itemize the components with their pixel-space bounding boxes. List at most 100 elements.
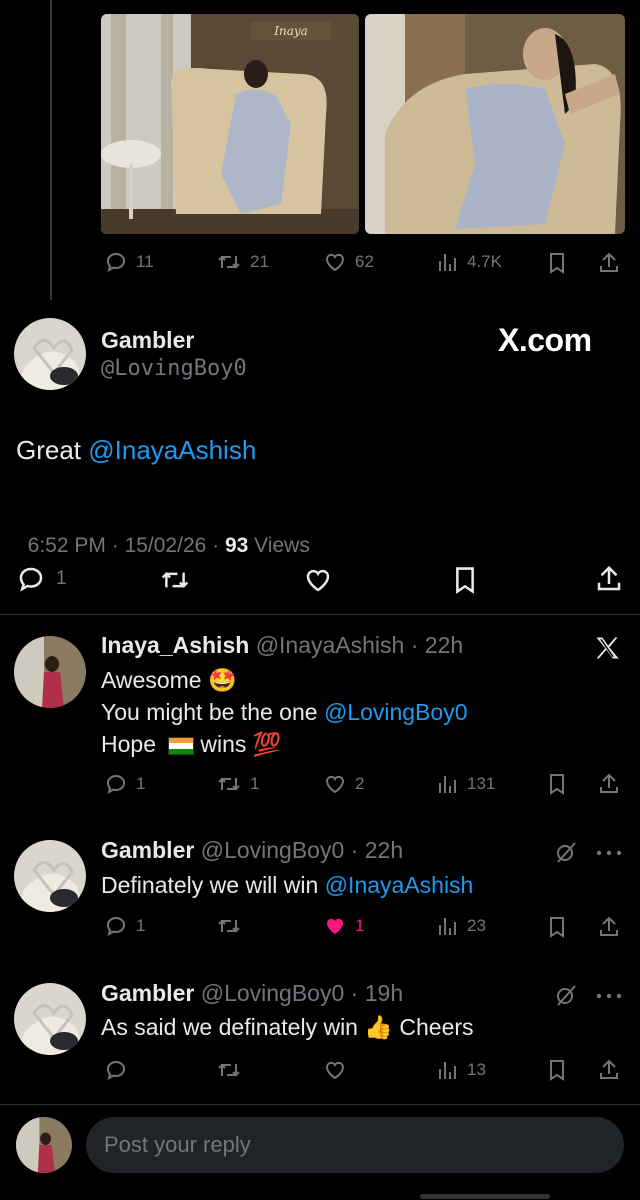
avatar[interactable] <box>14 840 86 912</box>
reply-count: 1 <box>136 916 146 935</box>
bookmark-button[interactable] <box>546 1059 568 1081</box>
reply-icon <box>106 252 126 273</box>
grok-icon[interactable] <box>554 840 578 864</box>
reply-icon <box>106 916 126 937</box>
brand-watermark: X.com <box>498 322 592 358</box>
reply-button[interactable]: 1 <box>16 564 67 594</box>
reply-time[interactable]: 22h <box>425 632 463 658</box>
post-date[interactable]: 15/02/26 <box>125 534 207 557</box>
repost-icon <box>161 572 189 588</box>
like-button[interactable] <box>323 1058 347 1082</box>
reply-text-line: You might be the one @LovingBoy0 <box>101 696 468 728</box>
repost-icon <box>218 919 240 933</box>
reply-text: wins <box>200 731 253 757</box>
views-label: Views <box>248 534 310 557</box>
avatar[interactable] <box>14 983 86 1055</box>
reply-text: Awesome <box>101 667 208 693</box>
reply-time[interactable]: 22h <box>365 837 403 863</box>
like-count: 62 <box>355 252 374 271</box>
thumbs-up-emoji: 👍 <box>364 1014 393 1040</box>
mention-link[interactable]: @InayaAshish <box>88 435 256 465</box>
hundred-points-emoji: 💯 <box>252 731 282 757</box>
share-icon <box>600 773 618 793</box>
bookmark-button[interactable] <box>451 566 479 594</box>
views-button[interactable]: 131 <box>435 772 495 796</box>
separator-dot: · <box>344 980 365 1006</box>
reply-display-name[interactable]: Gambler <box>101 837 194 863</box>
bookmark-button[interactable] <box>546 252 568 274</box>
heart-icon <box>325 253 345 272</box>
like-count: 2 <box>355 774 365 793</box>
repost-icon <box>218 255 240 269</box>
repost-button[interactable] <box>159 565 191 595</box>
post-photo-right[interactable] <box>365 14 625 234</box>
reply-button[interactable]: 1 <box>104 772 145 796</box>
share-button[interactable] <box>597 772 621 796</box>
reply-button[interactable] <box>104 1058 128 1082</box>
share-button[interactable] <box>597 1058 621 1082</box>
share-button[interactable] <box>597 251 621 275</box>
repost-button[interactable]: 1 <box>216 772 259 796</box>
reply-icon <box>19 567 43 592</box>
reply-button[interactable]: 11 <box>104 250 154 274</box>
reply-time[interactable]: 19h <box>365 980 403 1006</box>
bookmark-icon <box>550 917 564 938</box>
avatar[interactable] <box>14 636 86 708</box>
repost-count: 1 <box>250 774 260 793</box>
reply-text-line: Definately we will win @InayaAshish <box>101 869 473 901</box>
post-time[interactable]: 6:52 PM <box>28 534 106 557</box>
reply-count: 1 <box>136 774 146 793</box>
reply-icon <box>106 774 126 795</box>
more-options-icon[interactable] <box>596 850 622 856</box>
like-button[interactable] <box>303 565 333 595</box>
divider <box>0 1104 640 1105</box>
bookmark-icon <box>550 774 564 795</box>
heart-icon <box>325 1061 345 1080</box>
views-bar-icon <box>439 254 456 271</box>
like-button[interactable]: 62 <box>323 250 374 274</box>
share-icon <box>600 916 618 936</box>
author-handle[interactable]: @LovingBoy0 <box>101 356 247 381</box>
views-count: 131 <box>467 774 496 793</box>
share-button[interactable] <box>597 915 621 939</box>
views-button[interactable]: 23 <box>435 914 486 938</box>
bookmark-icon <box>456 567 474 594</box>
views-button[interactable]: 4.7K <box>435 250 502 274</box>
avatar[interactable] <box>14 318 86 390</box>
views-bar-icon <box>439 918 456 935</box>
more-options-icon[interactable] <box>596 993 622 999</box>
reply-handle[interactable]: @LovingBoy0 <box>201 837 345 863</box>
reply-handle[interactable]: @LovingBoy0 <box>201 980 345 1006</box>
star-struck-emoji: 🤩 <box>207 667 237 693</box>
like-button[interactable]: 2 <box>323 772 364 796</box>
grok-icon[interactable] <box>554 983 578 1007</box>
views-button[interactable]: 13 <box>435 1058 486 1082</box>
repost-button[interactable] <box>216 914 242 938</box>
author-display-name[interactable]: Gambler <box>101 327 194 354</box>
reply-text: As said we definately win <box>101 1014 365 1040</box>
separator-dot: · <box>344 837 365 863</box>
views-count: 4.7K <box>467 252 502 271</box>
mention-link[interactable]: @LovingBoy0 <box>324 699 468 725</box>
post-text-body: Great <box>16 435 89 465</box>
mention-link[interactable]: @InayaAshish <box>325 872 474 898</box>
bookmark-button[interactable] <box>546 773 568 795</box>
reply-button[interactable]: 1 <box>104 914 145 938</box>
repost-button[interactable] <box>216 1058 242 1082</box>
reply-display-name[interactable]: Inaya_Ashish <box>101 632 249 658</box>
reply-display-name[interactable]: Gambler <box>101 980 194 1006</box>
thread-connector-line <box>50 0 52 300</box>
bookmark-button[interactable] <box>546 916 568 938</box>
share-button[interactable] <box>594 564 624 594</box>
x-logo-icon <box>593 634 621 662</box>
like-button[interactable]: 1 <box>323 914 364 938</box>
reply-header: Inaya_Ashish @InayaAshish · 22h <box>101 632 463 659</box>
repost-button[interactable]: 21 <box>216 250 269 274</box>
reply-composer-input[interactable]: Post your reply <box>86 1117 624 1173</box>
heart-icon <box>325 775 345 794</box>
share-icon <box>600 1059 618 1079</box>
reply-handle[interactable]: @InayaAshish <box>256 632 405 658</box>
reply-text-line: As said we definately win 👍 Cheers <box>101 1011 474 1043</box>
post-photo-left[interactable]: Inaya <box>101 14 359 234</box>
post-timestamp: 6:52 PM · 15/02/26 · 93 Views <box>16 510 310 558</box>
